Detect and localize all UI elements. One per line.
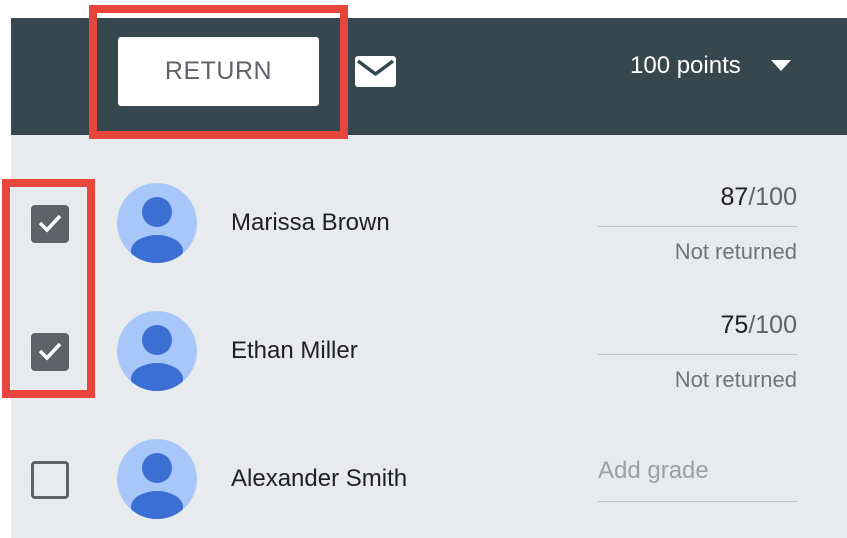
mail-icon[interactable] bbox=[355, 56, 396, 87]
grade-field[interactable]: 75/100 bbox=[721, 311, 797, 340]
grade-underline bbox=[598, 501, 798, 502]
status-label: Not returned bbox=[674, 367, 797, 392]
grade-underline bbox=[598, 226, 798, 227]
person-icon bbox=[131, 453, 183, 519]
check-icon bbox=[38, 214, 62, 233]
caret-down-icon bbox=[770, 60, 791, 71]
person-icon bbox=[131, 197, 183, 263]
return-button[interactable]: RETURN bbox=[118, 37, 319, 106]
student-name: Marissa Brown bbox=[231, 209, 390, 236]
grade-value: 87 bbox=[720, 183, 749, 211]
status-label: Not returned bbox=[674, 239, 797, 264]
avatar bbox=[117, 311, 197, 391]
student-checkbox[interactable] bbox=[31, 205, 69, 243]
student-row: Ethan Miller 75/100 Not returned bbox=[11, 263, 847, 392]
points-label: 100 points bbox=[630, 52, 741, 79]
add-grade-input[interactable]: Add grade bbox=[598, 457, 709, 485]
check-icon bbox=[38, 342, 62, 361]
student-row: Marissa Brown 87/100 Not returned bbox=[11, 135, 847, 264]
avatar bbox=[117, 183, 197, 263]
student-name: Ethan Miller bbox=[231, 337, 358, 364]
points-dropdown[interactable]: 100 points bbox=[630, 46, 791, 86]
grade-underline bbox=[598, 354, 798, 355]
student-checkbox[interactable] bbox=[31, 461, 69, 499]
student-name: Alexander Smith bbox=[231, 465, 408, 492]
student-list: Marissa Brown 87/100 Not returned Ethan … bbox=[11, 135, 847, 538]
person-icon bbox=[131, 325, 183, 391]
grade-denominator: /100 bbox=[748, 311, 797, 339]
grade-field[interactable]: 87/100 bbox=[721, 183, 797, 212]
grade-value: 75 bbox=[720, 311, 749, 339]
avatar bbox=[117, 439, 197, 519]
grade-denominator: /100 bbox=[748, 183, 797, 211]
student-checkbox[interactable] bbox=[31, 333, 69, 371]
student-row: Alexander Smith Add grade bbox=[11, 391, 847, 519]
